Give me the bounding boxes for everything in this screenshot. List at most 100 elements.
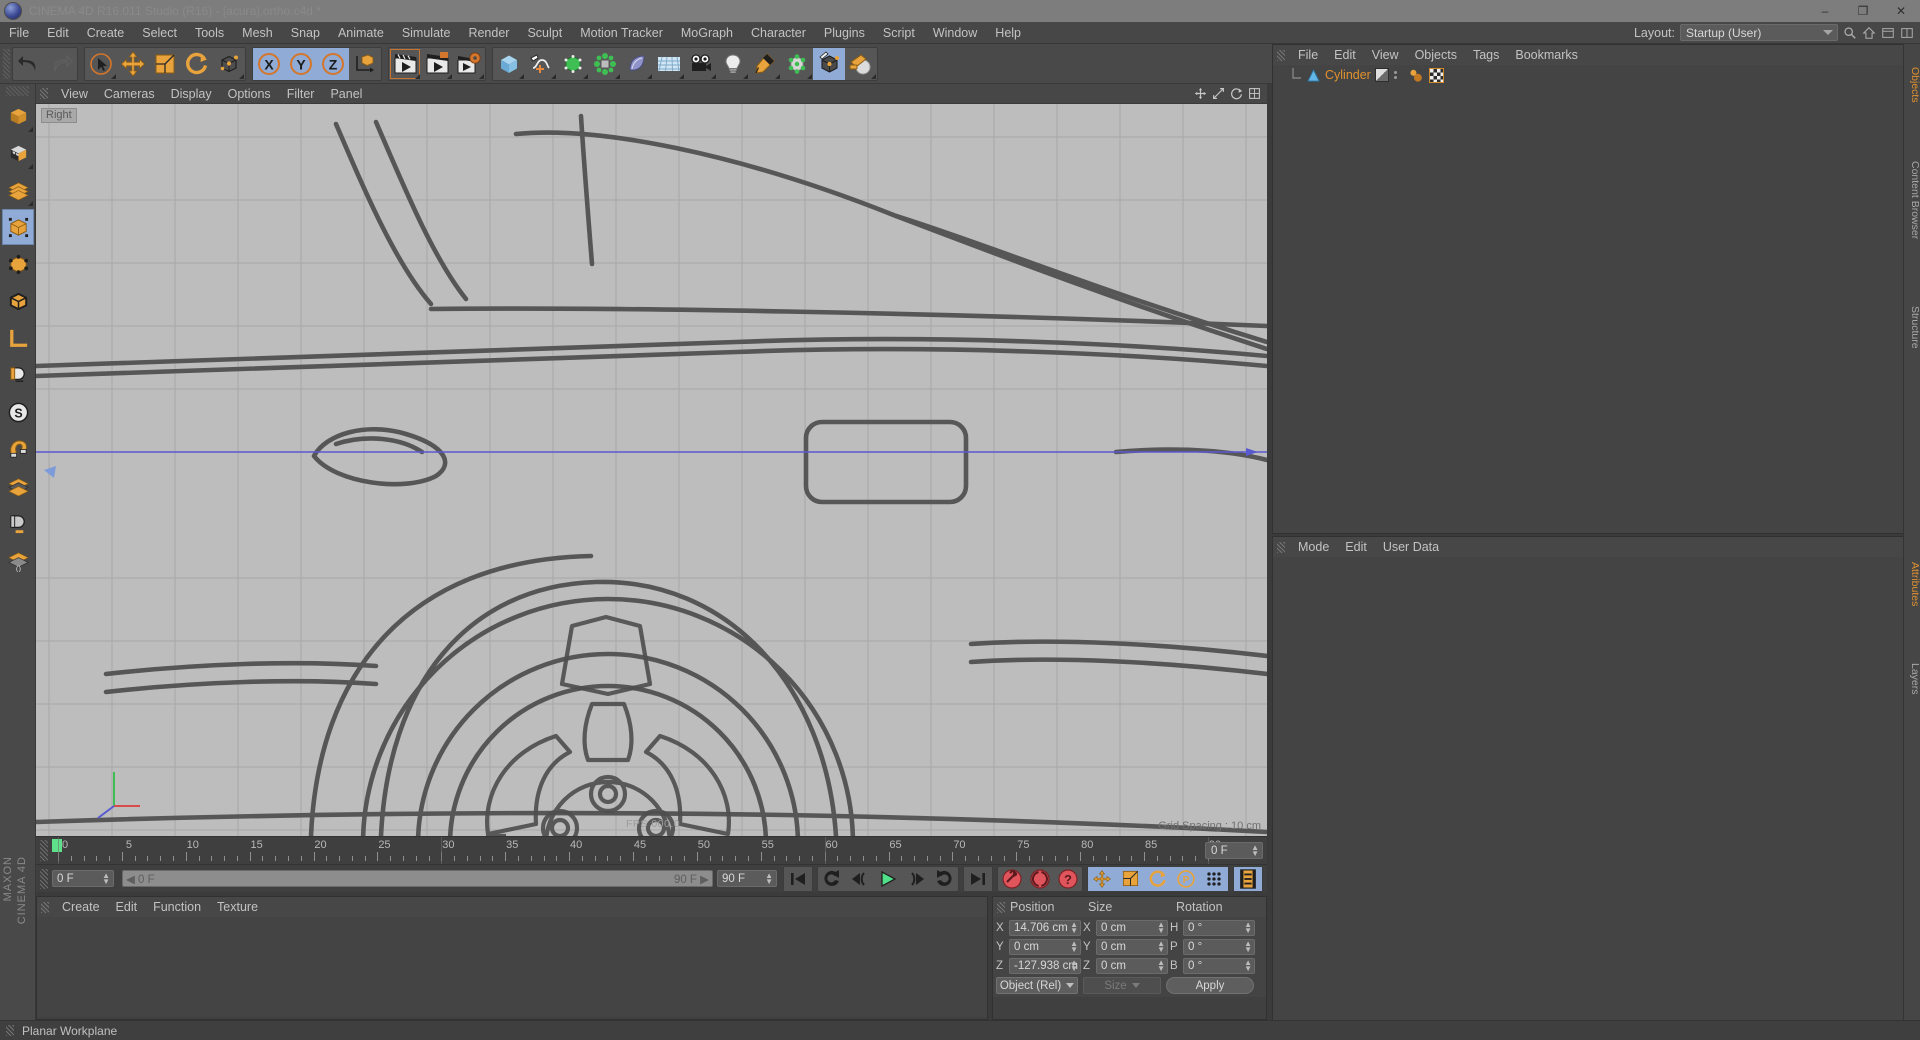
- scale-key-button[interactable]: [1116, 866, 1144, 891]
- size-mode-dropdown[interactable]: Size: [1083, 977, 1161, 994]
- workplane-button[interactable]: [813, 47, 845, 80]
- tool-polygon-mode[interactable]: [2, 172, 34, 208]
- viewport-menu-view[interactable]: View: [53, 84, 96, 104]
- rotate-tool[interactable]: [181, 48, 213, 80]
- tool-points-mode[interactable]: [2, 246, 34, 282]
- object-tree[interactable]: Cylinder: [1273, 65, 1920, 533]
- menu-snap[interactable]: Snap: [282, 22, 329, 44]
- point-level-anim-button[interactable]: [1200, 866, 1228, 891]
- spinner-icon[interactable]: ▲ ▼: [102, 872, 110, 886]
- minimize-button[interactable]: –: [1806, 0, 1844, 22]
- add-camera-button[interactable]: [685, 48, 717, 80]
- render-region-button[interactable]: [421, 48, 453, 80]
- add-mograph-button[interactable]: [781, 48, 813, 80]
- viewport-grip[interactable]: [40, 88, 48, 99]
- tool-quantize[interactable]: [2, 431, 34, 467]
- checker-texture-tag[interactable]: [1428, 67, 1444, 83]
- attribute-content-area[interactable]: [1273, 557, 1920, 1035]
- rotation-key-button[interactable]: [1144, 866, 1172, 891]
- range-end-field[interactable]: 90 F ▲ ▼: [717, 870, 777, 887]
- spinner-icon[interactable]: ▲ ▼: [1244, 958, 1252, 973]
- add-generator-button[interactable]: [557, 48, 589, 80]
- vtab-structure[interactable]: Structure: [1904, 274, 1920, 380]
- field-size-y[interactable]: 0 cm ▲ ▼: [1096, 938, 1168, 955]
- tool-vertex-snap[interactable]: [2, 505, 34, 541]
- object-manager-grip[interactable]: [1277, 49, 1285, 61]
- viewport-menu-display[interactable]: Display: [163, 84, 220, 104]
- spinner-icon[interactable]: ▲ ▼: [1070, 939, 1078, 954]
- menu-script[interactable]: Script: [874, 22, 924, 44]
- spinner-icon[interactable]: ▲ ▼: [1070, 958, 1078, 973]
- autokeying-button[interactable]: [1026, 867, 1054, 891]
- matmgr-menu-texture[interactable]: Texture: [209, 897, 266, 917]
- tool-grid-snap[interactable]: [2, 468, 34, 504]
- previous-frame-button[interactable]: [846, 867, 874, 891]
- close-button[interactable]: ✕: [1882, 0, 1920, 22]
- tool-model-mode[interactable]: [2, 98, 34, 134]
- move-tool[interactable]: [117, 48, 149, 80]
- viewport-canvas[interactable]: Right FPS 000.0 Grid Spacing : 10 cm: [36, 104, 1267, 836]
- matmgr-menu-create[interactable]: Create: [54, 897, 108, 917]
- coordinate-mode-dropdown[interactable]: Object (Rel): [996, 977, 1078, 994]
- viewport-menu-cameras[interactable]: Cameras: [96, 84, 163, 104]
- tool-workplane-mode[interactable]: [2, 320, 34, 356]
- add-floor-button[interactable]: [653, 48, 685, 80]
- tool-snap-enable[interactable]: S: [2, 394, 34, 430]
- play-reverse-loop-button[interactable]: [818, 867, 846, 891]
- undo-button[interactable]: [13, 48, 45, 80]
- display-tag[interactable]: [1374, 68, 1389, 82]
- scale-tool[interactable]: [149, 48, 181, 80]
- material-manager-grip[interactable]: [41, 901, 49, 913]
- playback-grip[interactable]: [40, 868, 48, 889]
- spinner-icon[interactable]: ▲ ▼: [1070, 920, 1078, 935]
- add-deformer-button[interactable]: [589, 48, 621, 80]
- matmgr-menu-function[interactable]: Function: [145, 897, 209, 917]
- spinner-icon[interactable]: ▲ ▼: [1157, 939, 1165, 954]
- spinner-icon[interactable]: ▲ ▼: [1244, 939, 1252, 954]
- spinner-icon[interactable]: ▲ ▼: [1251, 844, 1259, 858]
- scale-view-icon[interactable]: [1212, 87, 1225, 100]
- tool-lock-workplane[interactable]: [2, 357, 34, 393]
- field-position-x[interactable]: 14.706 cm ▲ ▼: [1009, 919, 1081, 936]
- current-frame-field[interactable]: 0 F ▲ ▼: [52, 870, 114, 887]
- menu-mograph[interactable]: MoGraph: [672, 22, 742, 44]
- maximize-button[interactable]: ❐: [1844, 0, 1882, 22]
- field-rotation-p[interactable]: 0 ° ▲ ▼: [1183, 938, 1255, 955]
- vtab-content-browser[interactable]: Content Browser: [1904, 126, 1920, 274]
- add-scene-object-button[interactable]: [621, 48, 653, 80]
- menu-mesh[interactable]: Mesh: [233, 22, 282, 44]
- add-spline-button[interactable]: [525, 48, 557, 80]
- spinner-icon[interactable]: ▲ ▼: [1157, 920, 1165, 935]
- viewport-menu-options[interactable]: Options: [220, 84, 279, 104]
- render-view-button[interactable]: [389, 48, 421, 80]
- status-bar-grip[interactable]: [6, 1025, 14, 1036]
- apply-button[interactable]: Apply: [1166, 977, 1254, 994]
- spinner-icon[interactable]: ▲ ▼: [1157, 958, 1165, 973]
- add-spline-pen-button[interactable]: [749, 48, 781, 80]
- search-icon[interactable]: [1843, 26, 1857, 40]
- play-button[interactable]: [874, 867, 902, 891]
- attrmgr-menu-user-data[interactable]: User Data: [1375, 537, 1447, 557]
- tool-edge-snap[interactable]: (): [2, 542, 34, 578]
- home-icon[interactable]: [1862, 26, 1876, 40]
- field-size-x[interactable]: 0 cm ▲ ▼: [1096, 919, 1168, 936]
- vtab-objects[interactable]: Objects: [1904, 44, 1920, 126]
- coordinates-grip[interactable]: [997, 901, 1005, 913]
- vtab-layers[interactable]: Layers: [1904, 638, 1920, 720]
- palette-grip[interactable]: [6, 86, 29, 96]
- add-cube-button[interactable]: [493, 48, 525, 80]
- object-row-cylinder[interactable]: Cylinder: [1273, 65, 1920, 85]
- object-name-cylinder[interactable]: Cylinder: [1325, 68, 1371, 82]
- toolbar-grip[interactable]: [3, 48, 10, 79]
- expand-panel-icon[interactable]: [1900, 26, 1914, 40]
- layout-dropdown[interactable]: Startup (User): [1680, 24, 1838, 41]
- objmgr-menu-file[interactable]: File: [1290, 45, 1326, 65]
- objmgr-menu-view[interactable]: View: [1364, 45, 1407, 65]
- world-object-coordinates[interactable]: [349, 48, 381, 80]
- viewport-menu-filter[interactable]: Filter: [279, 84, 323, 104]
- field-size-z[interactable]: 0 cm ▲ ▼: [1096, 957, 1168, 974]
- menu-character[interactable]: Character: [742, 22, 815, 44]
- redo-button[interactable]: [45, 48, 77, 80]
- field-position-z[interactable]: -127.938 cm ▲ ▼: [1009, 957, 1081, 974]
- paint-tool-button[interactable]: [845, 48, 877, 80]
